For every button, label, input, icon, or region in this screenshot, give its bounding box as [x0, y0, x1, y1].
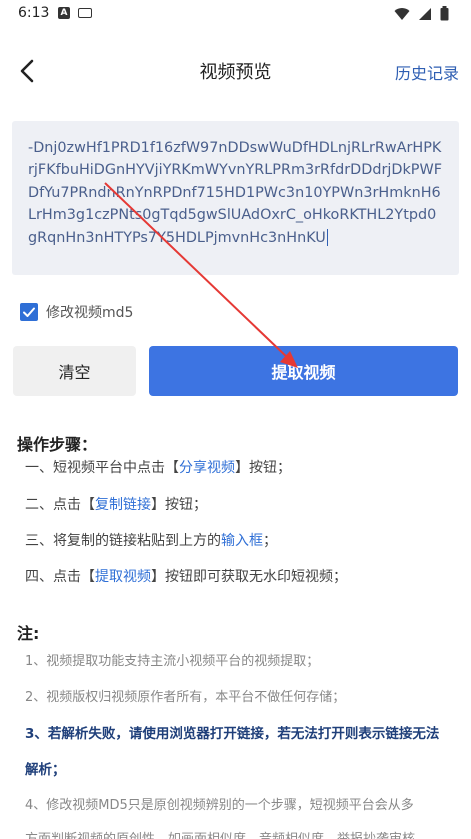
- modify-md5-label: 修改视频md5: [46, 305, 134, 321]
- step-2-text: 二、点击【: [25, 497, 95, 513]
- check-icon: [23, 307, 35, 317]
- step-2: 二、点击【复制链接】按钮；: [25, 494, 207, 514]
- status-icons: [394, 6, 449, 21]
- keyboard-icon: [78, 8, 92, 18]
- text-caret: [326, 229, 329, 247]
- note-3-line-2: 解析；: [25, 762, 66, 778]
- step-3-text: 三、将复制的链接粘贴到上方的: [25, 533, 221, 549]
- url-input[interactable]: -Dnj0zwHf1PRD1f16zfW97nDDswWuDfHDLnjRLrR…: [12, 121, 459, 275]
- step-2-suffix: 】按钮；: [151, 497, 207, 513]
- app-bar: 视频预览 历史记录: [0, 44, 471, 100]
- extract-video-button[interactable]: 提取视频: [149, 346, 458, 396]
- url-value: -Dnj0zwHf1PRD1f16zfW97nDDswWuDfHDLnjRLrR…: [28, 140, 442, 246]
- clear-button[interactable]: 清空: [13, 346, 136, 396]
- step-4-text: 四、点击【: [25, 569, 95, 585]
- step-4: 四、点击【提取视频】按钮即可获取无水印短视频；: [25, 566, 347, 586]
- step-1-suffix: 】按钮；: [235, 460, 291, 476]
- note-3-line-1: 3、若解析失败，请使用浏览器打开链接，若无法打开则表示链接无法: [25, 726, 440, 742]
- battery-icon: [440, 6, 449, 21]
- note-1: 1、视频提取功能支持主流小视频平台的视频提取；: [25, 654, 320, 669]
- note-2: 2、视频版权归视频原作者所有，本平台不做任何存储；: [25, 690, 346, 705]
- history-link[interactable]: 历史记录: [395, 60, 459, 84]
- note-4-line-2: 方面判断视频的原创性，如画面相似度、音频相似度、举报抄袭审核: [25, 828, 415, 839]
- wifi-icon: [394, 7, 410, 20]
- notes-title: 注:: [17, 624, 40, 643]
- step-1: 一、短视频平台中点击【分享视频】按钮；: [25, 457, 291, 477]
- url-input-text: -Dnj0zwHf1PRD1f16zfW97nDDswWuDfHDLnjRLrR…: [28, 140, 442, 247]
- step-1-highlight: 分享视频: [179, 460, 235, 476]
- status-bar: 6:13 A: [0, 0, 471, 28]
- step-3-suffix: ；: [263, 533, 277, 549]
- modify-md5-checkbox[interactable]: [20, 303, 38, 321]
- step-2-highlight: 复制链接: [95, 497, 151, 513]
- modify-md5-checkbox-row[interactable]: 修改视频md5: [20, 302, 133, 322]
- step-4-suffix: 】按钮即可获取无水印短视频；: [151, 569, 347, 585]
- step-1-text: 一、短视频平台中点击【: [25, 460, 179, 476]
- note-4-line-1: 4、修改视频MD5只是原创视频辨别的一个步骤，短视频平台会从多: [25, 798, 414, 813]
- signal-icon: [419, 7, 431, 20]
- step-3: 三、将复制的链接粘贴到上方的输入框；: [25, 530, 277, 550]
- notification-a-icon: A: [58, 7, 70, 19]
- step-4-highlight: 提取视频: [95, 569, 151, 585]
- status-time: 6:13: [18, 5, 50, 21]
- step-3-highlight: 输入框: [221, 533, 263, 549]
- steps-title: 操作步骤：: [17, 435, 98, 454]
